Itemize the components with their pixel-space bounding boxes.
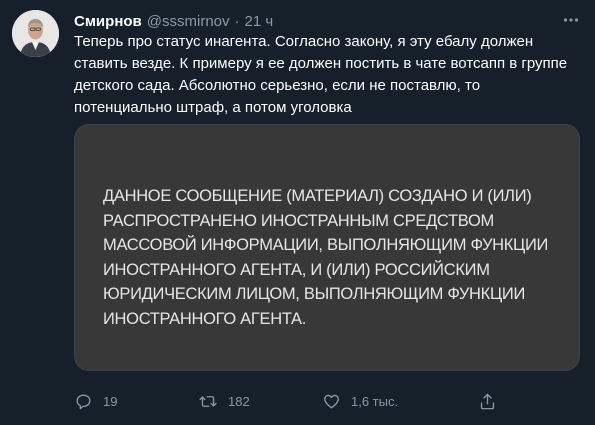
tweet-actions: 19 182 1,6 тыс. [74, 388, 580, 414]
tweet-text: Теперь про статус инагента. Согласно зак… [74, 33, 568, 116]
like-button[interactable]: 1,6 тыс. [322, 388, 398, 414]
media-caption: ДАННОЕ СООБЩЕНИЕ (МАТЕРИАЛ) СОЗДАНО И (И… [103, 187, 549, 328]
header-separator: · [234, 12, 240, 30]
more-button[interactable] [559, 8, 583, 32]
like-count: 1,6 тыс. [351, 393, 399, 409]
reply-button[interactable]: 19 [74, 388, 117, 414]
retweet-icon [199, 395, 217, 407]
author-handle[interactable]: @sssmirnov [147, 13, 230, 30]
like-icon [324, 394, 339, 409]
reply-count: 19 [103, 393, 118, 409]
avatar-photo-icon [12, 10, 59, 57]
tweet-timestamp[interactable]: 21 ч [245, 13, 274, 30]
tweet-media[interactable]: ДАННОЕ СООБЩЕНИЕ (МАТЕРИАЛ) СОЗДАНО И (И… [74, 124, 580, 371]
share-icon [480, 393, 495, 409]
reply-icon [76, 393, 91, 409]
avatar[interactable] [12, 10, 59, 57]
author-name[interactable]: Смирнов [74, 13, 142, 30]
tweet[interactable]: Смирнов @sssmirnov · 21 ч Теперь про ста… [0, 0, 595, 425]
retweet-count: 182 [228, 393, 250, 409]
tweet-header: Смирнов @sssmirnov · 21 ч [74, 10, 555, 32]
share-button[interactable] [478, 388, 497, 414]
retweet-button[interactable]: 182 [198, 388, 250, 414]
more-icon [563, 18, 579, 22]
